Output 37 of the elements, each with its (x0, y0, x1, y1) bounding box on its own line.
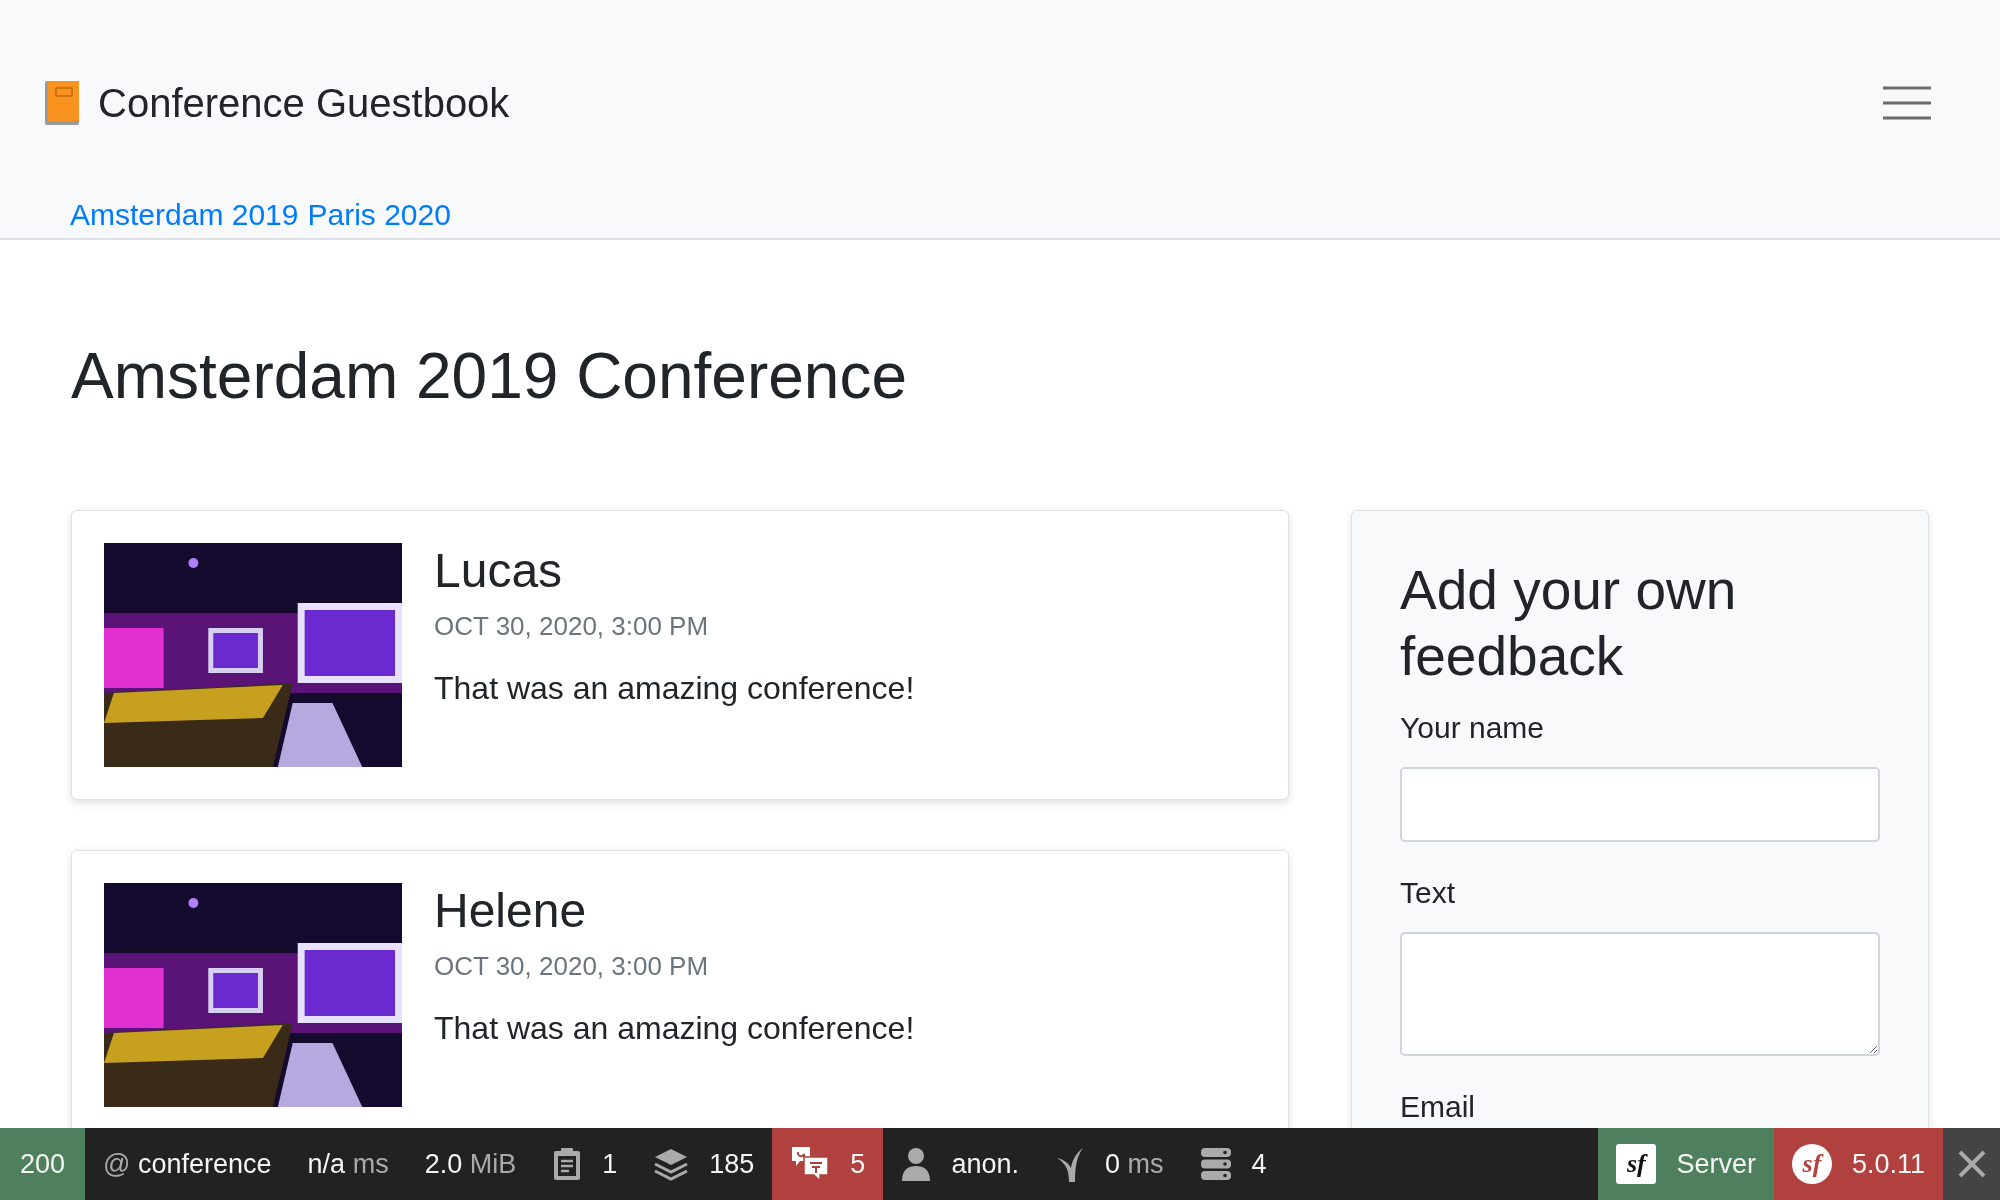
clipboard-icon (552, 1147, 583, 1181)
toolbar-item[interactable]: sf Server (1598, 1128, 1774, 1200)
toolbar-item[interactable]: 0 ms (1036, 1128, 1182, 1200)
close-button[interactable] (1943, 1128, 2000, 1200)
toolbar-item[interactable]: 200 (0, 1128, 86, 1200)
form-title: Add your own feedback (1400, 558, 1738, 689)
toolbar-item[interactable]: n/a ms (289, 1128, 407, 1200)
user-icon (901, 1147, 932, 1181)
input-field[interactable] (1400, 767, 1880, 842)
comment-date: OCT 30, 2020, 3:00 PM (434, 951, 710, 982)
database-icon (1199, 1147, 1232, 1181)
comment-author: Lucas (434, 547, 564, 595)
toolbar-item[interactable]: 4 (1181, 1128, 1285, 1200)
nav-link[interactable]: Paris 2020 (307, 198, 451, 232)
comment-author: Helene (434, 887, 588, 935)
toolbar-item[interactable]: anon. (883, 1128, 1037, 1200)
toolbar-item[interactable]: sf 5.0.11 (1773, 1128, 1943, 1200)
field-label: Email (1400, 1090, 1475, 1124)
comment-date: OCT 30, 2020, 3:00 PM (434, 611, 710, 642)
comment-text: That was an amazing conference! (434, 670, 915, 707)
field-label: Text (1400, 876, 1456, 910)
nav-link[interactable]: Amsterdam 2019 (70, 198, 299, 232)
toolbar-item[interactable]: 185 (635, 1128, 773, 1200)
toolbar-item[interactable]: 2.0 MiB (406, 1128, 535, 1200)
symfony-logo-icon: sf (1791, 1144, 1832, 1184)
close-icon (1956, 1149, 1987, 1179)
layers-icon (653, 1147, 690, 1181)
menu-icon (1882, 85, 1932, 121)
menu-button[interactable] (1882, 85, 1932, 121)
toolbar-item[interactable]: @ conference (85, 1128, 290, 1200)
book-icon (44, 80, 80, 126)
comment-text: That was an amazing conference! (434, 1010, 915, 1047)
symfony-logo-icon: sf (1616, 1144, 1657, 1184)
toolbar-item[interactable]: 1 (534, 1128, 636, 1200)
page-heading: Amsterdam 2019 Conference (71, 344, 908, 408)
field-label: Your name (1400, 711, 1544, 745)
toolbar-item[interactable]: 5 (772, 1128, 884, 1200)
